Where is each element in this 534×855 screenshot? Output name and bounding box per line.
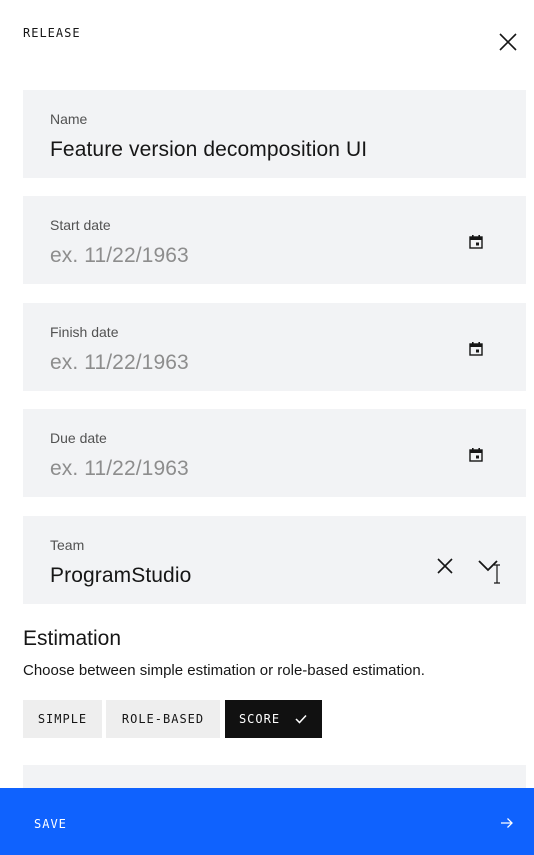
checkmark-icon <box>295 714 307 724</box>
close-button[interactable] <box>496 30 520 54</box>
estimation-option-label: ROLE-BASED <box>121 712 205 726</box>
team-select[interactable]: ProgramStudio <box>50 564 191 588</box>
team-field[interactable]: Team ProgramStudio <box>23 516 526 604</box>
team-label: Team <box>50 537 85 553</box>
calendar-icon[interactable] <box>469 448 483 462</box>
due-date-input[interactable]: ex. 11/22/1963 <box>50 457 189 481</box>
name-field[interactable]: Name Feature version decomposition UI <box>23 90 526 178</box>
estimation-option-score[interactable]: SCORE <box>225 700 322 738</box>
estimation-option-simple[interactable]: SIMPLE <box>23 700 102 738</box>
panel-title: RELEASE <box>23 26 81 40</box>
finish-date-label: Finish date <box>50 324 119 340</box>
start-date-label: Start date <box>50 217 111 233</box>
estimation-option-label: SIMPLE <box>37 712 88 726</box>
finish-date-field[interactable]: Finish date ex. 11/22/1963 <box>23 303 526 391</box>
save-button[interactable]: SAVE <box>0 788 534 855</box>
calendar-icon[interactable] <box>469 235 483 249</box>
due-date-label: Due date <box>50 430 107 446</box>
close-icon <box>499 33 517 51</box>
clear-icon[interactable] <box>435 556 455 576</box>
save-label: SAVE <box>34 817 67 831</box>
start-date-field[interactable]: Start date ex. 11/22/1963 <box>23 196 526 284</box>
estimation-option-label: SCORE <box>238 712 281 726</box>
calendar-icon[interactable] <box>469 342 483 356</box>
name-label: Name <box>50 111 88 127</box>
estimation-option-role-based[interactable]: ROLE-BASED <box>106 700 220 738</box>
start-date-input[interactable]: ex. 11/22/1963 <box>50 244 189 268</box>
text-cursor-icon <box>494 564 500 584</box>
estimation-heading: Estimation <box>23 627 122 650</box>
name-input[interactable]: Feature version decomposition UI <box>50 138 367 162</box>
arrow-right-icon <box>501 818 513 828</box>
estimation-description: Choose between simple estimation or role… <box>23 662 425 679</box>
finish-date-input[interactable]: ex. 11/22/1963 <box>50 351 189 375</box>
due-date-field[interactable]: Due date ex. 11/22/1963 <box>23 409 526 497</box>
